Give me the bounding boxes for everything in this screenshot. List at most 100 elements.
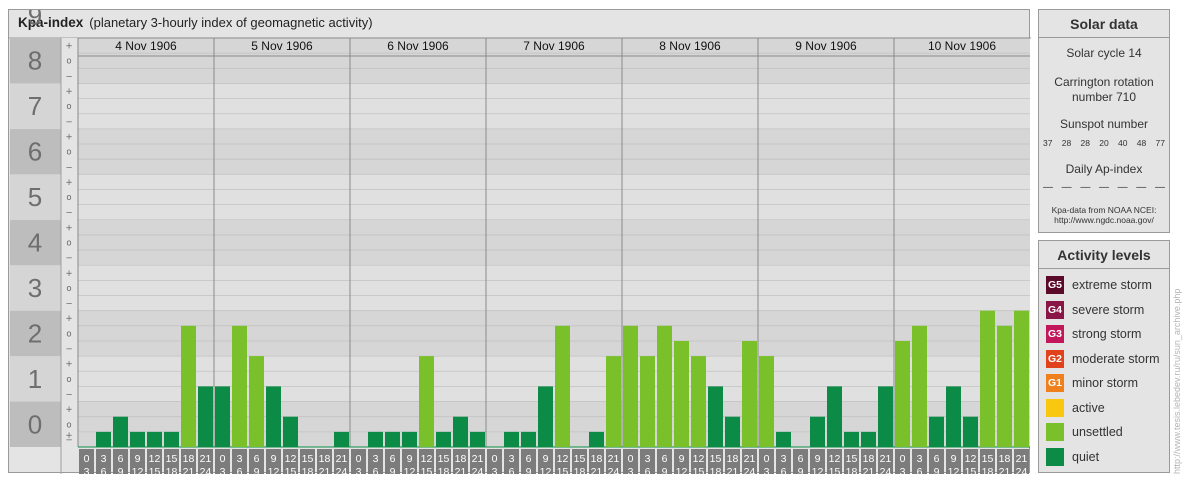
interval-start-label: 15: [846, 453, 858, 465]
interval-end-label: 24: [880, 466, 892, 474]
sub-tick-label: −: [65, 117, 72, 127]
sunspot-value: 77: [1155, 138, 1165, 148]
interval-end-label: 3: [356, 466, 362, 474]
sub-tick-label: −: [65, 299, 72, 309]
interval-start-label: 3: [373, 453, 379, 465]
y-tick-label: 6: [28, 137, 42, 167]
interval-end-label: 18: [166, 466, 178, 474]
day-label: 6 Nov 1906: [387, 39, 449, 53]
interval-start-label: 9: [679, 453, 685, 465]
kp-bar: [895, 340, 910, 447]
interval-end-label: 21: [591, 466, 603, 474]
interval-end-label: 6: [917, 466, 923, 474]
source-note-line2: http://www.ngdc.noaa.gov/: [1054, 215, 1154, 225]
interval-end-label: 9: [934, 466, 940, 474]
source-credit: http://www.tesis.lebedev.ru/ru/sun_archi…: [1172, 288, 1182, 474]
kp-bar: [402, 431, 417, 447]
interval-start-label: 0: [764, 453, 770, 465]
kp-bar: [963, 416, 978, 447]
interval-start-label: 15: [982, 453, 994, 465]
interval-end-label: 6: [373, 466, 379, 474]
interval-start-label: 21: [608, 453, 620, 465]
kp-bar: [249, 356, 264, 447]
interval-start-label: 21: [200, 453, 212, 465]
y-tick-label: 3: [28, 273, 42, 303]
interval-end-label: 21: [727, 466, 739, 474]
kp-bar: [674, 340, 689, 447]
interval-start-label: 12: [285, 453, 297, 465]
sunspot-value: 37: [1043, 138, 1053, 148]
interval-start-label: 0: [628, 453, 634, 465]
kpa-chart: 0123456789+o−+o−+o−+o−+o−+o−+o−+o−+o−+4 …: [9, 10, 1031, 474]
sunspot-value: 28: [1061, 138, 1072, 148]
activity-level-item: G3 strong storm: [1046, 324, 1141, 344]
interval-end-label: 3: [84, 466, 90, 474]
sunspot-values: 37 28 28 20 40 48 77: [1043, 138, 1165, 148]
interval-start-label: 12: [557, 453, 569, 465]
activity-level-badge: G2: [1046, 349, 1064, 368]
y-band-plot: [78, 219, 1030, 266]
sub-tick-label: o: [66, 193, 71, 203]
sub-tick-label: +: [65, 314, 72, 324]
interval-start-label: 21: [336, 453, 348, 465]
interval-start-label: 15: [574, 453, 586, 465]
interval-end-label: 15: [285, 466, 297, 474]
interval-start-label: 0: [900, 453, 906, 465]
sub-tick-label: +: [65, 405, 72, 415]
sub-tick-label: +: [65, 223, 72, 233]
kpa-index-panel: Kpa-index (planetary 3-hourly index of ge…: [8, 9, 1031, 474]
kp-bar: [844, 431, 859, 447]
kp-bar: [623, 325, 638, 447]
interval-start-label: 9: [951, 453, 957, 465]
activity-level-item: quiet: [1046, 447, 1099, 467]
interval-start-label: 6: [798, 453, 804, 465]
day-label: 10 Nov 1906: [928, 39, 996, 53]
kp-bar: [929, 416, 944, 447]
interval-start-label: 3: [645, 453, 651, 465]
interval-end-label: 24: [744, 466, 756, 474]
sub-tick-label: −: [65, 254, 72, 264]
activity-levels-title: Activity levels: [1039, 241, 1169, 269]
y-band-plot: [78, 265, 1030, 311]
sub-tick-label: +: [65, 132, 72, 142]
kp-bar: [742, 340, 757, 447]
interval-end-label: 18: [574, 466, 586, 474]
kp-bar: [181, 325, 196, 447]
interval-end-label: 24: [472, 466, 484, 474]
kp-bar: [436, 431, 451, 447]
interval-start-label: 18: [999, 453, 1011, 465]
kp-bar: [164, 431, 179, 447]
ap-index-label: Daily Ap-index: [1065, 162, 1143, 176]
solar-cycle: Solar cycle 14: [1066, 46, 1142, 60]
kp-bar: [368, 431, 383, 447]
kp-bar: [912, 325, 927, 447]
kp-bar: [504, 431, 519, 447]
activity-level-badge: [1046, 423, 1064, 441]
sunspot-value: 20: [1099, 138, 1109, 148]
ap-index-value: —: [1117, 182, 1128, 193]
day-label: 7 Nov 1906: [523, 39, 585, 53]
interval-end-label: 21: [319, 466, 331, 474]
sub-tick-label: +: [65, 42, 72, 52]
carrington-rotation-line2: number 710: [1071, 90, 1137, 104]
interval-end-label: 24: [200, 466, 212, 474]
kp-bar: [1014, 310, 1029, 447]
kp-bar: [759, 356, 774, 447]
interval-end-label: 18: [438, 466, 450, 474]
kp-bar: [980, 310, 995, 447]
kp-bar: [691, 356, 706, 447]
interval-end-label: 21: [999, 466, 1011, 474]
interval-start-label: 9: [543, 453, 549, 465]
sub-tick-label: −: [65, 72, 72, 82]
kp-bar: [419, 356, 434, 447]
sub-tick-label: +: [65, 431, 72, 441]
interval-end-label: 18: [846, 466, 858, 474]
kp-bar: [810, 416, 825, 447]
sub-tick-label: +: [65, 87, 72, 97]
interval-end-label: 12: [268, 466, 280, 474]
activity-level-badge: G4: [1046, 300, 1064, 319]
interval-start-label: 0: [356, 453, 362, 465]
interval-start-label: 6: [934, 453, 940, 465]
interval-start-label: 0: [84, 453, 90, 465]
y-band-plot: [78, 83, 1030, 129]
